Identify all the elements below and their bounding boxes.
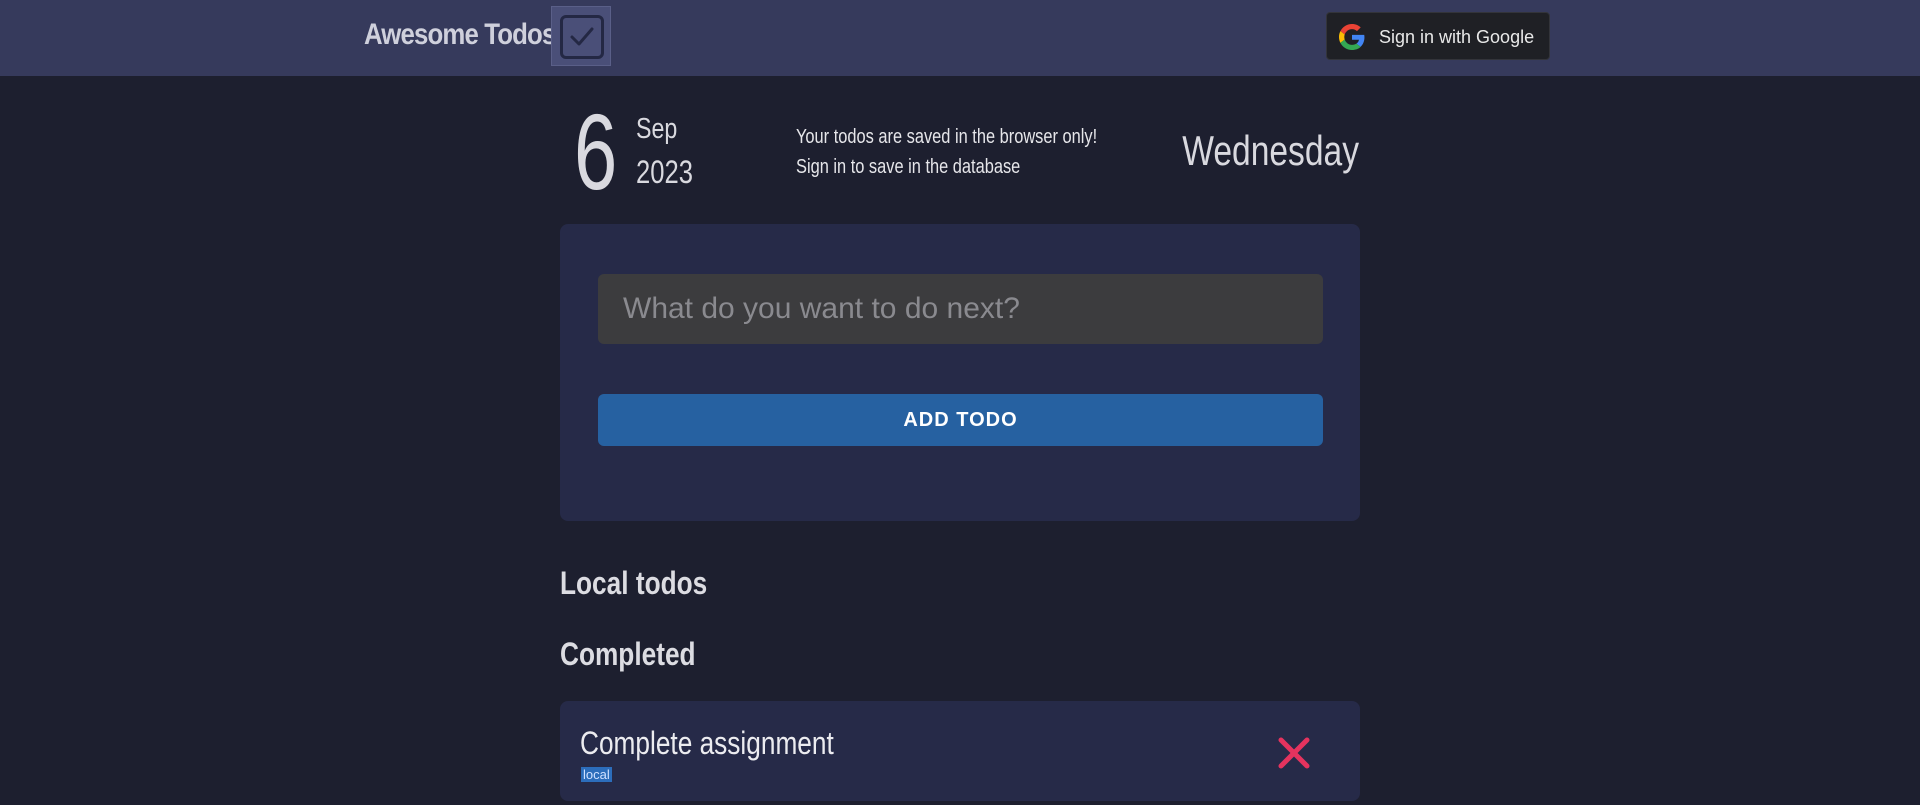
todo-input[interactable]: [598, 274, 1323, 344]
completed-todo-item[interactable]: Complete assignment local: [560, 701, 1360, 801]
close-icon: [1278, 737, 1310, 769]
local-todos-heading: Local todos: [560, 565, 708, 601]
date-month: Sep: [636, 113, 678, 145]
storage-notice-line-1: Your todos are saved in the browser only…: [796, 126, 1098, 148]
completed-heading: Completed: [560, 636, 696, 672]
google-sign-in-label: Sign in with Google: [1379, 27, 1535, 47]
storage-notice: Your todos are saved in the browser only…: [796, 122, 1097, 182]
brand-checkbox-icon[interactable]: [551, 6, 611, 66]
storage-notice-line-2: Sign in to save in the database: [796, 156, 1021, 178]
add-todo-button[interactable]: ADD TODO: [598, 394, 1323, 446]
date-year: 2023: [636, 154, 693, 190]
google-icon: [1339, 24, 1365, 50]
check-icon: [560, 15, 604, 59]
top-bar: Awesome Todos Sign in with Google: [0, 0, 1920, 76]
todo-title[interactable]: Complete assignment: [580, 725, 834, 762]
brand-title[interactable]: Awesome Todos: [364, 18, 556, 52]
date-day: 6: [574, 91, 618, 212]
date-weekday: Wednesday: [1182, 127, 1359, 174]
new-todo-form: ADD TODO: [560, 224, 1360, 521]
todo-tag: local: [581, 767, 612, 782]
google-sign-in-button[interactable]: Sign in with Google: [1326, 12, 1550, 60]
delete-todo-button[interactable]: [1276, 735, 1312, 771]
